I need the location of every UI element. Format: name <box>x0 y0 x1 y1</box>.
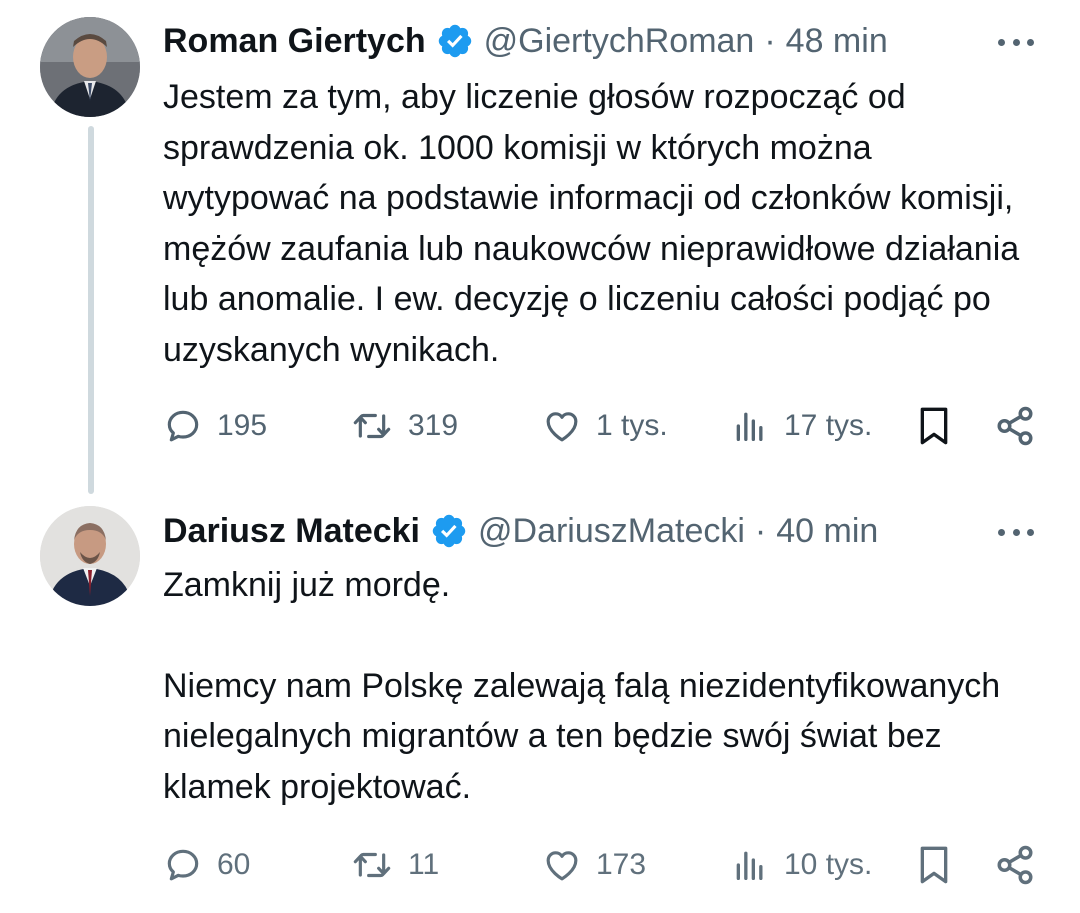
reply-button[interactable]: 195 <box>163 401 267 451</box>
views-icon <box>736 412 763 441</box>
share-button[interactable] <box>994 840 1036 890</box>
views-icon <box>736 851 763 880</box>
like-button[interactable]: 1 tys. <box>542 401 668 451</box>
tweet-header: Roman Giertych @GiertychRoman · 48 min <box>163 16 888 66</box>
author-name[interactable]: Roman Giertych <box>163 22 426 61</box>
reply-icon <box>167 410 199 442</box>
views-button[interactable]: 10 tys. <box>730 840 872 890</box>
views-count: 10 tys. <box>784 848 873 881</box>
separator-dot: · <box>764 21 776 60</box>
timestamp[interactable]: 48 min <box>786 22 888 61</box>
tweet-text: Zamknij już mordę. Niemcy nam Polskę zal… <box>163 560 1043 812</box>
tweet-paragraph: Zamknij już mordę. <box>163 566 451 604</box>
repost-count: 319 <box>408 409 459 442</box>
bookmark-icon <box>920 846 948 884</box>
author-name[interactable]: Dariusz Matecki <box>163 512 420 551</box>
verified-badge-icon[interactable] <box>430 512 468 550</box>
more-icon[interactable] <box>998 37 1034 47</box>
tweet-1[interactable]: Roman Giertych @GiertychRoman · 48 min J… <box>0 0 1080 490</box>
tweet-2[interactable]: Dariusz Matecki @DariuszMatecki · 40 min… <box>0 490 1080 913</box>
share-button[interactable] <box>994 401 1036 451</box>
reply-count: 60 <box>217 848 251 881</box>
tweet-text: Jestem za tym, aby liczenie głosów rozpo… <box>163 72 1043 375</box>
avatar-image <box>40 17 140 117</box>
bookmark-button[interactable] <box>914 401 954 451</box>
avatar-roman-giertych[interactable] <box>40 17 140 117</box>
separator-dot: · <box>754 511 767 550</box>
repost-button[interactable]: 319 <box>350 401 458 451</box>
share-icon <box>997 406 1033 446</box>
reply-button[interactable]: 60 <box>163 840 250 890</box>
timestamp[interactable]: 40 min <box>776 512 878 551</box>
author-handle[interactable]: @GiertychRoman <box>484 22 755 61</box>
like-button[interactable]: 173 <box>542 840 646 890</box>
repost-icon <box>353 413 391 439</box>
tweet-paragraph: Jestem za tym, aby liczenie głosów rozpo… <box>163 78 1020 369</box>
repost-icon <box>353 852 391 878</box>
like-count: 173 <box>596 848 647 881</box>
repost-count: 11 <box>408 848 440 881</box>
repost-button[interactable]: 11 <box>350 840 439 890</box>
share-icon <box>997 845 1033 885</box>
author-handle[interactable]: @DariuszMatecki <box>478 512 745 551</box>
bookmark-button[interactable] <box>914 840 954 890</box>
bookmark-icon <box>920 407 948 445</box>
like-count: 1 tys. <box>596 409 668 442</box>
like-icon <box>546 851 578 881</box>
action-bar: 60 11 173 10 tys. <box>0 840 1080 890</box>
like-icon <box>546 412 578 442</box>
action-bar: 195 319 1 tys. 17 tys. <box>0 401 1080 451</box>
tweet-paragraph: Niemcy nam Polskę zalewają falą nieziden… <box>163 666 1001 806</box>
avatar-dariusz-matecki[interactable] <box>40 506 140 606</box>
avatar-image <box>40 506 140 606</box>
reply-icon <box>167 849 199 881</box>
verified-badge-icon[interactable] <box>436 22 474 60</box>
tweet-header: Dariusz Matecki @DariuszMatecki · 40 min <box>163 506 878 556</box>
reply-count: 195 <box>217 409 268 442</box>
views-button[interactable]: 17 tys. <box>730 401 872 451</box>
more-icon[interactable] <box>998 527 1034 537</box>
views-count: 17 tys. <box>784 409 873 442</box>
